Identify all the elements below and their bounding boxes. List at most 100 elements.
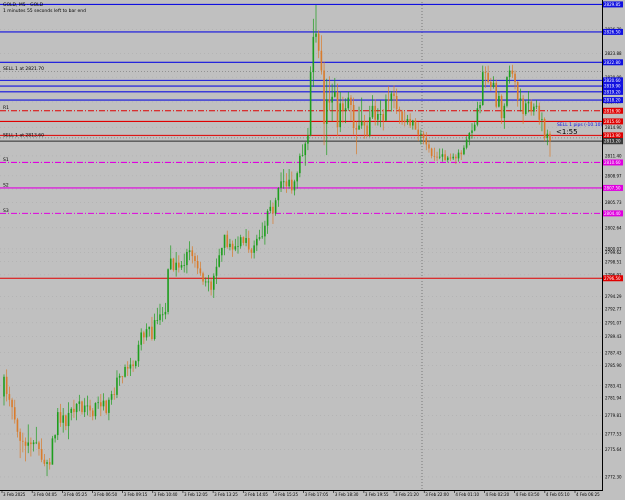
candle-body bbox=[266, 210, 269, 226]
candle-body bbox=[457, 152, 460, 159]
candle-body bbox=[40, 449, 43, 460]
y-tick-label: 2802.64 bbox=[605, 225, 622, 230]
candle-body bbox=[500, 95, 503, 119]
candle-body bbox=[264, 225, 266, 237]
candle-body bbox=[516, 82, 519, 101]
x-tick-label: 3 Feb 05:25 bbox=[63, 492, 87, 497]
candle-body bbox=[315, 33, 317, 37]
candle-body bbox=[5, 376, 8, 395]
candle-body bbox=[479, 104, 481, 109]
candle-body bbox=[137, 344, 140, 362]
candle-body bbox=[38, 442, 40, 450]
candle-body bbox=[27, 442, 30, 446]
candle-body bbox=[91, 410, 94, 417]
candle-body bbox=[256, 238, 258, 246]
candle-body bbox=[196, 261, 199, 269]
candle-body bbox=[56, 412, 59, 436]
candle-body bbox=[132, 364, 134, 367]
candle-body bbox=[239, 237, 242, 247]
price-badge-text: 2819.90 bbox=[604, 84, 621, 89]
candle-body bbox=[151, 326, 153, 340]
y-tick-label: 2808.97 bbox=[605, 173, 622, 178]
candle-body bbox=[73, 408, 75, 413]
price-badge-text: 2810.60 bbox=[604, 160, 621, 165]
price-level-label: R1 bbox=[3, 105, 9, 111]
candle-body bbox=[245, 238, 247, 243]
candle-body bbox=[476, 108, 479, 125]
candle-body bbox=[444, 154, 446, 161]
candle-body bbox=[237, 246, 239, 248]
price-badge-text: 2822.80 bbox=[604, 60, 621, 65]
candle-body bbox=[156, 320, 159, 321]
candle-body bbox=[134, 361, 137, 367]
candle-body bbox=[307, 135, 309, 144]
candle-body bbox=[167, 269, 169, 312]
y-tick-label: 2799.62 bbox=[605, 250, 622, 255]
candle-body bbox=[374, 105, 376, 120]
price-badge-text: 2804.40 bbox=[604, 211, 621, 216]
candle-body bbox=[417, 129, 420, 135]
candle-body bbox=[498, 95, 500, 107]
candle-body bbox=[223, 234, 226, 248]
candle-body bbox=[194, 256, 196, 262]
candle-body bbox=[62, 415, 64, 423]
candle-body bbox=[3, 376, 5, 397]
candle-body bbox=[449, 157, 452, 159]
candle-body bbox=[406, 118, 409, 123]
candle-body bbox=[455, 156, 457, 159]
candle-body bbox=[533, 106, 535, 112]
candle-body bbox=[514, 73, 516, 83]
y-tick-label: 2781.94 bbox=[605, 395, 622, 400]
candle-body bbox=[231, 243, 234, 250]
candle-body bbox=[16, 419, 19, 432]
y-tick-label: 2772.30 bbox=[605, 475, 622, 480]
candle-body bbox=[543, 118, 546, 138]
candle-body bbox=[129, 364, 132, 369]
candle-body bbox=[377, 114, 379, 120]
price-level-label: SELL 1 at 2813.60 bbox=[3, 132, 44, 138]
candle-body bbox=[110, 394, 113, 400]
price-level-label: S1 bbox=[3, 157, 9, 163]
price-badge-text: 2813.90 bbox=[604, 133, 621, 138]
x-tick-label: 3 Feb 14:05 bbox=[244, 492, 268, 497]
gold-m5-candlestick-chart[interactable]: SELL 1 at 2821.70 R1 SELL 1 at 2813.60 S1 S2… bbox=[0, 0, 625, 500]
candle-body bbox=[81, 401, 83, 413]
y-tick-label: 2787.43 bbox=[605, 350, 622, 355]
candle-body bbox=[460, 152, 463, 155]
candle-body bbox=[78, 401, 81, 404]
y-tick-label: 2792.77 bbox=[605, 306, 622, 311]
candle-body bbox=[169, 258, 172, 270]
candle-body bbox=[398, 109, 401, 112]
y-tick-label: 2783.41 bbox=[605, 383, 622, 388]
chart-window[interactable]: SELL 1 at 2821.70 R1 SELL 1 at 2813.60 S1 S2… bbox=[0, 0, 625, 500]
candle-body bbox=[430, 148, 433, 156]
candle-body bbox=[363, 121, 366, 126]
candle-body bbox=[118, 375, 121, 378]
candle-body bbox=[229, 243, 231, 248]
candle-body bbox=[317, 33, 320, 51]
candle-body bbox=[342, 103, 344, 111]
x-tick-label: 3 Feb 2025 bbox=[3, 492, 26, 497]
candle-body bbox=[274, 200, 277, 214]
x-tick-label: 4 Feb 01:10 bbox=[455, 492, 479, 497]
price-badge-text: 2816.90 bbox=[604, 108, 621, 113]
candle-body bbox=[495, 82, 498, 107]
candle-body bbox=[463, 147, 465, 155]
y-tick-label: 2791.07 bbox=[605, 320, 622, 325]
candle-body bbox=[441, 154, 444, 157]
candle-body bbox=[304, 143, 307, 156]
price-badge-text: 2818.20 bbox=[604, 98, 621, 103]
candle-body bbox=[143, 332, 145, 338]
candle-body bbox=[282, 181, 285, 183]
candle-body bbox=[65, 415, 67, 427]
candle-body bbox=[468, 132, 471, 140]
price-badge-text: 2829.85 bbox=[604, 2, 621, 7]
candle-body bbox=[153, 320, 156, 340]
candle-body bbox=[487, 72, 489, 83]
candle-body bbox=[336, 91, 339, 128]
candle-body bbox=[379, 114, 382, 115]
candle-body bbox=[465, 139, 468, 148]
candle-body bbox=[412, 120, 414, 126]
candle-body bbox=[325, 99, 328, 124]
candle-body bbox=[522, 98, 524, 115]
